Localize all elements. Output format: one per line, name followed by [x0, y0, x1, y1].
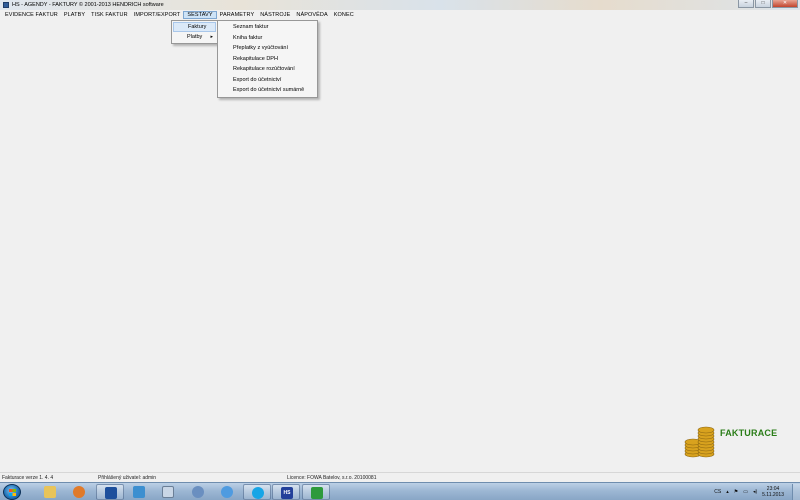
graph-icon — [133, 486, 145, 498]
menu-napoveda[interactable]: NÁPOVĚDA — [293, 11, 330, 19]
taskbar-media-player[interactable] — [65, 484, 93, 500]
globe-icon — [221, 486, 233, 498]
volume-icon[interactable]: ◂) — [753, 489, 757, 495]
submenu-item-preplatky[interactable]: Přeplatky z vyúčtování — [218, 43, 317, 54]
title-bar: HS - AGENDY - FAKTURY © 2001-2013 HENDRI… — [0, 0, 800, 10]
document-icon — [162, 486, 174, 498]
menu-evidence-faktur[interactable]: EVIDENCE FAKTUR — [2, 11, 61, 19]
media-player-icon — [73, 486, 85, 498]
submenu-item-seznam-faktur[interactable]: Seznam faktur — [218, 22, 317, 33]
flag-icon[interactable]: ⚑ — [734, 489, 738, 495]
menu-import-export[interactable]: IMPORT/EXPORT — [131, 11, 184, 19]
window-title: HS - AGENDY - FAKTURY © 2001-2013 HENDRI… — [12, 2, 164, 8]
close-button[interactable]: ✕ — [772, 0, 798, 8]
status-bar: Fakturace verze 1. 4. 4 Přihlášený uživa… — [0, 472, 800, 482]
menu-bar: EVIDENCE FAKTUR PLATBY TISK FAKTUR IMPOR… — [0, 10, 800, 20]
faktury-submenu: Seznam faktur Kniha faktur Přeplatky z v… — [217, 20, 318, 98]
app-icon — [3, 2, 9, 8]
submenu-item-export-ucetnictvi[interactable]: Export do účetnictví — [218, 75, 317, 86]
taskbar-hs-app[interactable]: HS — [272, 484, 300, 500]
clock-date: 5.11.2013 — [762, 492, 784, 498]
taskbar-explorer[interactable] — [36, 484, 64, 500]
windows-logo-icon — [9, 489, 16, 496]
submenu-arrow-icon: ▸ — [210, 34, 213, 40]
taskbar-globe[interactable] — [213, 484, 241, 500]
menu-sestavy[interactable]: SESTAVY — [183, 11, 217, 19]
caption-buttons: – □ ✕ — [738, 0, 798, 9]
taskbar-skype[interactable] — [243, 484, 271, 500]
maximize-button[interactable]: □ — [755, 0, 771, 8]
language-indicator[interactable]: CS — [714, 489, 721, 495]
submenu-item-export-ucetnictvi-sumarne[interactable]: Export do účetnictví sumárně — [218, 85, 317, 96]
clock[interactable]: 23:04 5.11.2013 — [762, 486, 784, 498]
taskbar-graph[interactable] — [125, 484, 153, 500]
dropdown-item-label: Faktury — [188, 24, 207, 30]
menu-tisk-faktur[interactable]: TISK FAKTUR — [88, 11, 131, 19]
coins-icon — [684, 426, 715, 458]
explorer-icon — [44, 486, 56, 498]
tray-expand-icon[interactable]: ▴ — [726, 489, 729, 495]
save-disk-icon — [105, 487, 117, 499]
menu-parametry[interactable]: PARAMETRY — [217, 11, 258, 19]
taskbar-document[interactable] — [154, 484, 182, 500]
menu-platby[interactable]: PLATBY — [61, 11, 88, 19]
fakturace-logo: FAKTURACE — [684, 424, 790, 460]
dropdown-item-faktury[interactable]: Faktury — [173, 22, 216, 32]
dropdown-item-platby[interactable]: Platby ▸ — [172, 32, 217, 42]
show-desktop-button[interactable] — [792, 484, 800, 500]
logo-text: FAKTURACE — [720, 428, 778, 438]
system-tray: CS ▴ ⚑ ▭ ◂) 23:04 5.11.2013 — [714, 484, 800, 500]
network-icon[interactable]: ▭ — [743, 489, 748, 495]
taskbar-spreadsheet[interactable] — [302, 484, 330, 500]
submenu-item-kniha-faktur[interactable]: Kniha faktur — [218, 33, 317, 44]
hs-app-icon: HS — [281, 487, 293, 499]
taskbar: HS CS ▴ ⚑ ▭ ◂) 23:04 5.11.2013 — [0, 482, 800, 500]
start-button[interactable] — [3, 484, 21, 500]
finance-icon — [192, 486, 204, 498]
submenu-item-rekapitulace-dph[interactable]: Rekapitulace DPH — [218, 54, 317, 65]
taskbar-finance[interactable] — [184, 484, 212, 500]
submenu-item-rekapitulace-rozuctovani[interactable]: Rekapitulace rozúčtování — [218, 64, 317, 75]
sestavy-dropdown: Faktury Platby ▸ — [171, 20, 218, 44]
minimize-button[interactable]: – — [738, 0, 754, 8]
menu-nastroje[interactable]: NÁSTROJE — [257, 11, 293, 19]
skype-icon — [252, 487, 264, 499]
taskbar-save[interactable] — [96, 484, 124, 500]
spreadsheet-icon — [311, 487, 323, 499]
dropdown-item-label: Platby — [187, 34, 203, 40]
menu-konec[interactable]: KONEC — [331, 11, 357, 19]
